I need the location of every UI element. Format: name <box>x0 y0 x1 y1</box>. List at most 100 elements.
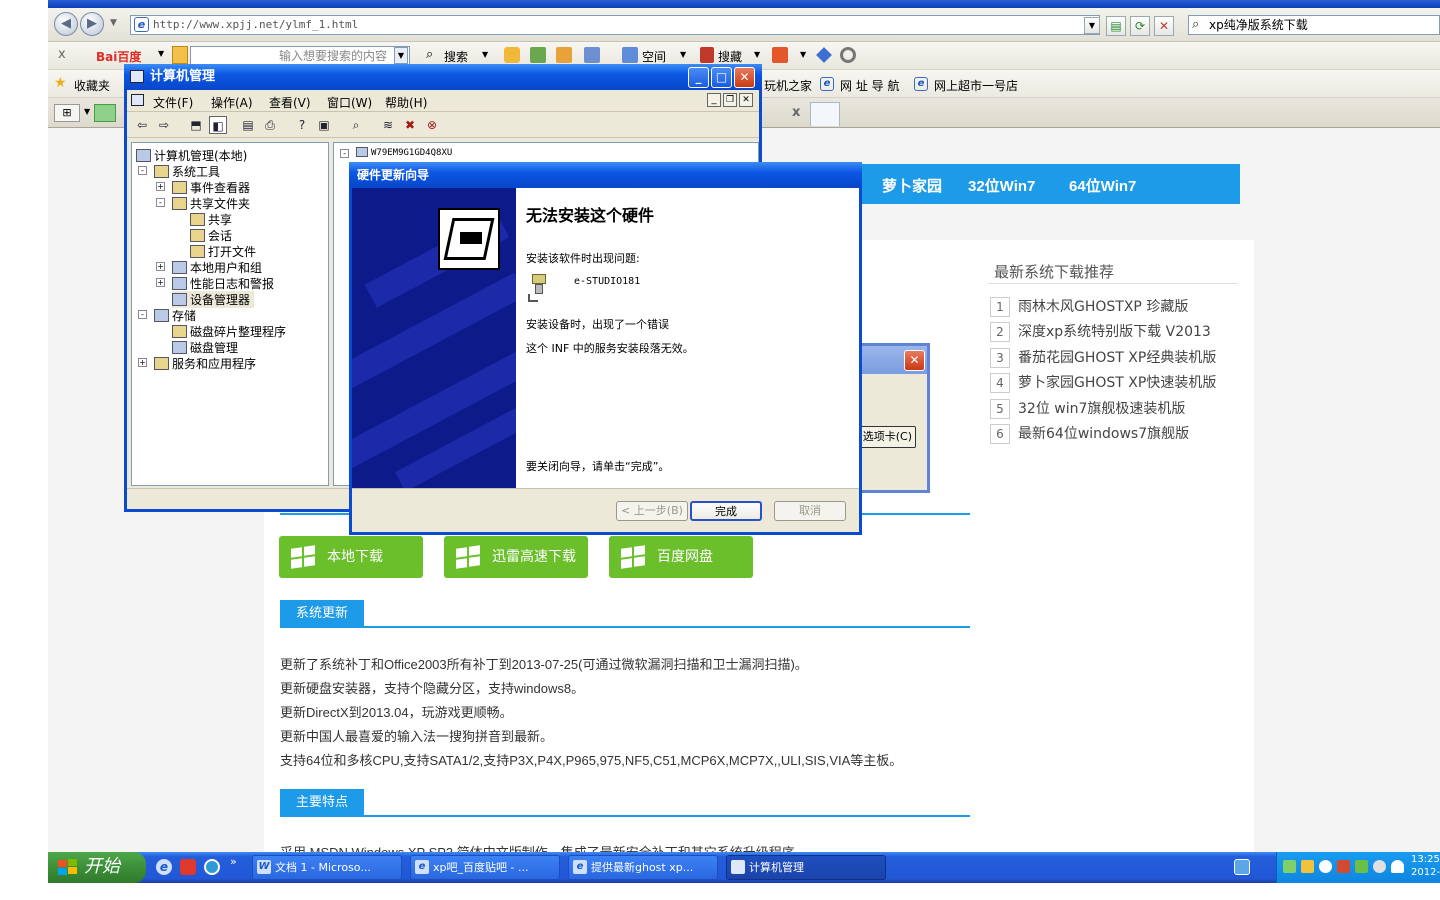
tray-icon-3[interactable] <box>1319 860 1332 873</box>
rank-item[interactable]: 5 32位 win7旗舰极速装机版 <box>990 398 1185 420</box>
stop-icon[interactable]: ✕ <box>1154 16 1174 36</box>
tab-options-button[interactable]: 选项卡(C) <box>856 426 916 448</box>
bookmark-link[interactable]: 搜藏 <box>718 48 742 65</box>
rank-link[interactable]: 深度xp系统特别版下载 V2013 <box>1018 324 1211 340</box>
child-close-icon[interactable]: ✕ <box>739 93 753 107</box>
close-icon[interactable]: ✕ <box>904 350 925 371</box>
expand-icon[interactable]: + <box>138 358 147 367</box>
refresh-icon[interactable]: ⟳ <box>1130 16 1150 36</box>
menu-view[interactable]: 查看(V) <box>269 94 311 111</box>
tree-sessions[interactable]: 会话 <box>190 227 232 244</box>
expand-icon[interactable]: + <box>156 278 165 287</box>
menu-file[interactable]: 文件(F) <box>153 94 193 111</box>
task-word-document[interactable]: W 文档 1 - Microso... <box>252 855 402 880</box>
window-title-bar[interactable]: 计算机管理 _ □ ✕ <box>124 64 762 90</box>
rank-item[interactable]: 3 番茄花园GHOST XP经典装机版 <box>990 347 1216 369</box>
rank-link[interactable]: 最新64位windows7旗舰版 <box>1018 426 1189 442</box>
ie-quicklaunch-icon[interactable]: e <box>156 859 172 875</box>
rank-link[interactable]: 番茄花园GHOST XP经典装机版 <box>1018 350 1216 366</box>
space-dropdown-icon[interactable]: ▼ <box>680 50 686 59</box>
history-dropdown-icon[interactable]: ▼ <box>110 18 117 28</box>
tree-shares[interactable]: 共享 <box>190 211 232 228</box>
finish-button[interactable]: 完成 <box>690 501 762 521</box>
zhidao-icon[interactable] <box>556 47 572 63</box>
rank-link[interactable]: 萝卜家园GHOST XP快速装机版 <box>1018 375 1216 391</box>
tree-disk-management[interactable]: 磁盘管理 <box>172 339 238 356</box>
space-link[interactable]: 空间 <box>642 48 666 65</box>
expand-icon[interactable]: + <box>156 182 165 191</box>
expand-icon[interactable]: + <box>156 262 165 271</box>
menu-action[interactable]: 操作(A) <box>211 94 253 111</box>
tree-system-tools[interactable]: - 系统工具 <box>138 163 220 180</box>
close-toolbar-icon[interactable]: x <box>58 47 66 62</box>
help-icon[interactable]: ? <box>293 116 311 134</box>
tray-icon-1[interactable] <box>1283 860 1296 873</box>
tree-device-manager[interactable]: 设备管理器 <box>172 291 255 308</box>
image-icon[interactable] <box>530 47 546 63</box>
baidu-pan-button[interactable]: 百度网盘 <box>609 536 753 578</box>
task-ghost-xp[interactable]: e 提供最新ghost xp... <box>568 855 718 880</box>
back-button[interactable]: < 上一步(B) <box>616 501 688 521</box>
browser-search-input[interactable]: xp纯净版系统下载 <box>1188 15 1440 35</box>
maximize-icon[interactable]: □ <box>711 67 732 88</box>
favorites-button[interactable]: 收藏夹 <box>74 77 110 94</box>
local-download-button[interactable]: 本地下载 <box>279 536 423 578</box>
translate-icon[interactable] <box>772 47 788 63</box>
view-icon[interactable]: ▣ <box>315 116 333 134</box>
new-tab-button[interactable] <box>810 102 840 126</box>
tree-local-users[interactable]: + 本地用户和组 <box>156 259 262 276</box>
rank-item[interactable]: 1 雨林木风GHOSTXP 珍藏版 <box>990 296 1188 318</box>
baidu-history-dropdown-icon[interactable]: ▼ <box>394 47 408 64</box>
favorite-link-1[interactable]: 玩机之家 <box>764 77 812 94</box>
pen-icon[interactable] <box>816 47 832 63</box>
tree-shared-folders[interactable]: - 共享文件夹 <box>156 195 250 212</box>
nav-link-luobo[interactable]: 萝卜家园 <box>882 175 942 196</box>
minimize-icon[interactable]: _ <box>688 67 709 88</box>
rank-link[interactable]: 雨林木风GHOSTXP 珍藏版 <box>1018 299 1188 315</box>
up-folder-icon[interactable]: ⬒ <box>187 116 205 134</box>
favorite-link-3[interactable]: 网上超市一号店 <box>934 77 1018 94</box>
tree-storage[interactable]: - 存储 <box>138 307 196 324</box>
device-tree-root[interactable]: - W79EM9G1GD4Q8XU <box>340 147 452 158</box>
rank-item[interactable]: 6 最新64位windows7旗舰版 <box>990 423 1189 445</box>
volume-icon[interactable] <box>1373 860 1386 873</box>
collapse-icon[interactable]: - <box>340 149 349 158</box>
properties-icon[interactable]: ▤ <box>239 116 257 134</box>
tree-event-viewer[interactable]: + 事件查看器 <box>156 179 250 196</box>
baidu-search-input[interactable]: 输入想要搜索的内容 <box>190 46 410 66</box>
translate-dropdown-icon[interactable]: ▼ <box>800 50 806 59</box>
address-input[interactable]: http://www.xpjj.net/ylmf_1.html <box>130 15 1100 35</box>
menu-help[interactable]: 帮助(H) <box>385 94 427 111</box>
weather-icon[interactable] <box>1391 860 1404 873</box>
search-options-dropdown-icon[interactable]: ▼ <box>482 50 488 59</box>
quicklaunch-more-icon[interactable]: » <box>230 855 237 868</box>
task-tieba[interactable]: e xp吧_百度贴吧 - ... <box>410 855 560 880</box>
nav-link-32bit-win7[interactable]: 32位Win7 <box>968 175 1035 196</box>
scan-hardware-icon[interactable]: ⌕ <box>347 116 365 134</box>
child-minimize-icon[interactable]: _ <box>707 93 721 107</box>
baidu-menu-dropdown-icon[interactable]: ▼ <box>158 49 164 58</box>
taobao-quicklaunch-icon[interactable] <box>180 859 196 875</box>
rank-link[interactable]: 32位 win7旗舰极速装机版 <box>1018 401 1185 417</box>
tray-pinned-icon[interactable] <box>1234 859 1250 875</box>
print-icon[interactable]: ⎙ <box>261 116 279 134</box>
rank-item[interactable]: 2 深度xp系统特别版下载 V2013 <box>990 321 1211 343</box>
clock[interactable]: 13:25 2012- <box>1411 853 1440 879</box>
tab-list-dropdown-icon[interactable]: ▼ <box>84 107 90 116</box>
baidu-search-type-icon[interactable] <box>172 46 188 64</box>
tree-performance-logs[interactable]: + 性能日志和警报 <box>156 275 274 292</box>
show-tree-icon[interactable]: ◧ <box>209 116 227 134</box>
compat-view-icon[interactable]: ▤ <box>1106 16 1126 36</box>
back-button[interactable]: ◀ <box>54 12 78 36</box>
tree-root[interactable]: 计算机管理(本地) <box>136 147 247 164</box>
tree-defrag[interactable]: 磁盘碎片整理程序 <box>172 323 286 340</box>
forward-arrow-icon[interactable]: ⇨ <box>155 116 173 134</box>
tab-close-button[interactable]: x <box>792 105 800 120</box>
forward-button[interactable]: ▶ <box>80 12 104 36</box>
back-arrow-icon[interactable]: ⇦ <box>133 116 151 134</box>
tree-open-files[interactable]: 打开文件 <box>190 243 256 260</box>
menu-window[interactable]: 窗口(W) <box>327 94 372 111</box>
disable-device-icon[interactable]: ✖ <box>401 116 419 134</box>
quick-tabs-icon[interactable]: ⊞ <box>54 104 80 122</box>
collapse-icon[interactable]: - <box>156 198 165 207</box>
